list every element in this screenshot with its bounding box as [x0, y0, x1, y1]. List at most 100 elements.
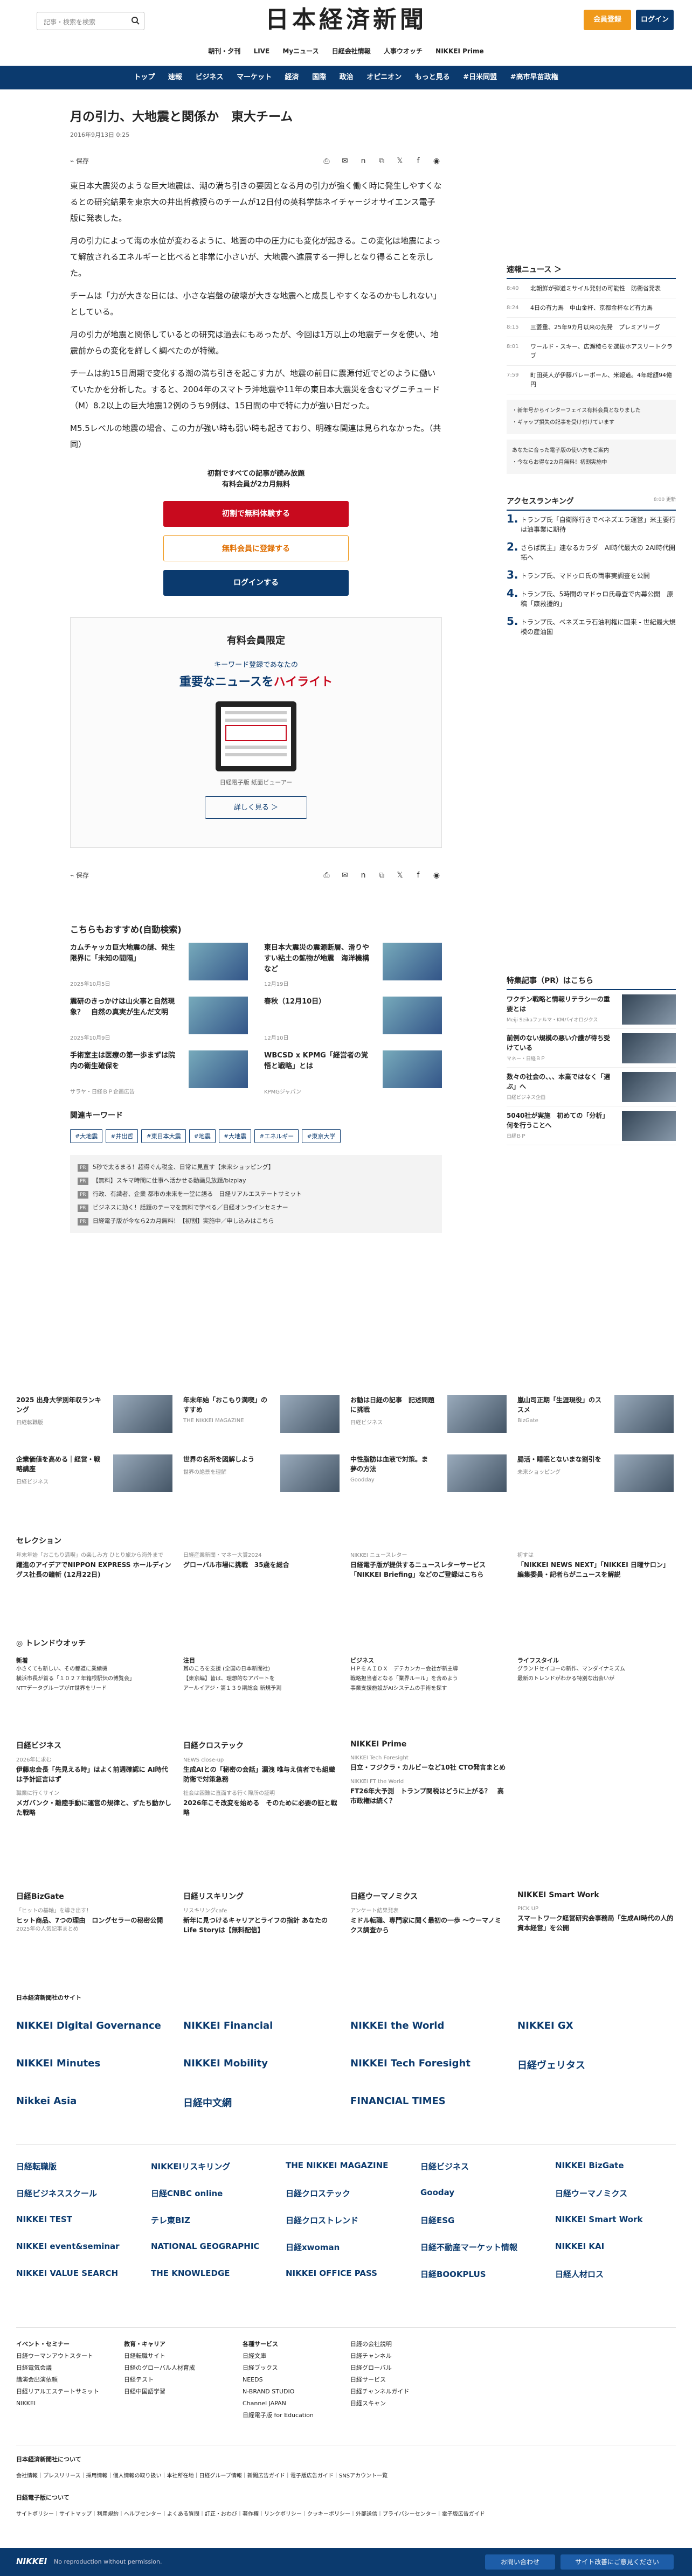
subnav-item[interactable]: NIKKEI Prime: [435, 47, 483, 55]
pr-item[interactable]: 前例のない規模の悪い介護が待ち受けている マネー・日経ＢＰ: [507, 1029, 676, 1068]
login-button[interactable]: ログイン: [636, 10, 674, 30]
brand-logo[interactable]: NIKKEI Tech Foresight: [350, 2058, 470, 2069]
save-button[interactable]: ⌁ 保存: [70, 156, 89, 165]
brand-logo[interactable]: 日経CNBC online: [151, 2188, 223, 2199]
ranking-item[interactable]: 2. さらば民主」連なるカラダ AI時代最大の 2AI時代開拓へ: [507, 539, 676, 567]
nikkei-icon[interactable]: n: [358, 870, 369, 881]
ad-card[interactable]: 年末年始「おこもり満喫」のすすめ THE NIKKEI MAGAZINE: [183, 1395, 340, 1444]
pr-link[interactable]: PR ビジネスに効く！話題のテーマを無料で学べる／日経オンラインセミナー: [78, 1201, 434, 1214]
brand-logo[interactable]: NIKKEI KAI: [555, 2241, 604, 2251]
ad-card[interactable]: 嵐山司正期「生涯現役」のススメ BizGate: [517, 1395, 674, 1444]
x-icon[interactable]: 𝕏: [395, 870, 405, 881]
selection-item[interactable]: 年末年始「おこもり満喫」の楽しみ方 ひとり旅から海外まで 躍進のアイデアでNIPP…: [16, 1551, 172, 1579]
selection-item[interactable]: 日経産業新聞・マネー大賞2024 グローバル市場に挑戦 35歳を総合: [183, 1551, 340, 1570]
contact-button[interactable]: お問い合わせ: [485, 2554, 555, 2570]
keyword-tag[interactable]: #地震: [189, 1129, 216, 1143]
trial-button[interactable]: 初割で無料体験する: [163, 501, 349, 527]
brand-logo[interactable]: 日経BOOKPLUS: [420, 2268, 486, 2280]
subnav-item[interactable]: 日経会社情報: [332, 46, 371, 55]
brand-logo[interactable]: 日経ヴェリタス: [517, 2058, 585, 2072]
brand-logo[interactable]: Gooday: [420, 2188, 454, 2197]
brand-logo[interactable]: NIKKEI Digital Governance: [16, 2020, 161, 2031]
pr-item[interactable]: 数々の社会の、、、本業ではなく「選ぶ」へ 日経ビジネス企画: [507, 1068, 676, 1106]
nav-item[interactable]: ビジネス: [195, 66, 223, 89]
ad-card[interactable]: 中性脂肪は血液で対策。ま 夢の方法 Goodday: [350, 1454, 507, 1503]
keyword-tag[interactable]: #大地震: [218, 1129, 252, 1143]
brand-logo[interactable]: 日経ビジネススクール: [16, 2188, 97, 2199]
save-button[interactable]: ⌁ 保存: [70, 871, 89, 880]
brand-logo[interactable]: NIKKEI event&seminar: [16, 2241, 120, 2251]
subnav-item[interactable]: 人事ウオッチ: [384, 46, 423, 55]
breaking-item[interactable]: 8:40 北朝鮮が弾道ミサイル発射の可能性 防衛省発表: [507, 279, 676, 298]
brand-logo[interactable]: NIKKEI Minutes: [16, 2058, 100, 2069]
facebook-icon[interactable]: f: [413, 870, 424, 881]
breaking-item[interactable]: 7:59 町田英人が伊藤バレーボール、米報道。4年総額94億円: [507, 366, 676, 394]
breaking-item[interactable]: 8:24 4日の有力馬 中山金杯、京都金杯など有力馬: [507, 298, 676, 318]
pr-link[interactable]: PR 5秒で太るまる！超得ぐん税金、日常に見直す【未来ショッピング】: [78, 1160, 434, 1174]
print-icon[interactable]: ⎙: [321, 870, 332, 881]
brand-logo[interactable]: NIKKEI Mobility: [183, 2058, 268, 2069]
facebook-icon[interactable]: f: [413, 156, 424, 166]
nav-item[interactable]: トップ: [134, 66, 155, 89]
brand-logo[interactable]: FINANCIAL TIMES: [350, 2095, 446, 2107]
brand-logo[interactable]: NIKKEI Smart Work: [555, 2215, 642, 2224]
nav-item[interactable]: オピニオン: [366, 66, 402, 89]
nav-item[interactable]: 政治: [340, 66, 354, 89]
nav-item[interactable]: 速報: [168, 66, 182, 89]
brand-logo[interactable]: 日経クロステック: [286, 2188, 350, 2199]
ranking-item[interactable]: 3. トランプ氏、マドゥロ氏の両事実調查を公開: [507, 567, 676, 585]
link-icon[interactable]: ⧉: [376, 870, 387, 881]
pr-item[interactable]: 5040社が実施 初めての「分析」何を行うことへ 日経ＢＰ: [507, 1106, 676, 1145]
nav-item[interactable]: #日米同盟: [463, 66, 497, 89]
site-logo[interactable]: 日本経済新聞: [253, 6, 439, 33]
keyword-tag[interactable]: #エネルギー: [254, 1129, 299, 1143]
promo-more-button[interactable]: 詳しく見る ＞: [205, 796, 307, 819]
ranking-item[interactable]: 5. トランプ氏、ベネズエラ石油利権に国来 - 世紀最大規模の産油国: [507, 613, 676, 641]
link-icon[interactable]: ⧉: [376, 156, 387, 166]
brand-logo[interactable]: NIKKEI GX: [517, 2020, 573, 2031]
subnav-item[interactable]: LIVE: [254, 47, 270, 55]
brand-logo[interactable]: 日経中文網: [183, 2095, 232, 2109]
ad-card[interactable]: 腸活・睡眠とないまな割引を 未来ショッピング: [517, 1454, 674, 1503]
recommend-item[interactable]: 春秋（12月10日） 12月10日: [264, 997, 442, 1045]
register-button[interactable]: 会員登録: [584, 10, 631, 30]
nav-item[interactable]: もっと見る: [415, 66, 450, 89]
footer-logo[interactable]: NIKKEI: [16, 2557, 47, 2566]
brand-logo[interactable]: テレ東BIZ: [151, 2215, 190, 2226]
nav-item[interactable]: #高市早苗政権: [510, 66, 558, 89]
print-icon[interactable]: ⎙: [321, 156, 332, 166]
brand-logo[interactable]: 日経転職版: [16, 2161, 57, 2172]
breaking-item[interactable]: 8:15 三菱重、25年9カ月以来の先発 プレミアリーグ: [507, 318, 676, 337]
search-input[interactable]: 記事・検索を検索: [37, 12, 144, 30]
recommend-item[interactable]: 東日本大震災の震源断層、滑りやすい粘土の鉱物が地震 海洋機構など 12月19日: [264, 943, 442, 991]
x-icon[interactable]: 𝕏: [395, 156, 405, 166]
ad-card[interactable]: 企業価値を高める｜経営・戦略講座 日経ビジネス: [16, 1454, 172, 1503]
ranking-item[interactable]: 4. トランプ氏、5時間のマドゥロ氏尋査で内幕公開 原稿「康救援的」: [507, 585, 676, 613]
nav-item[interactable]: 経済: [285, 66, 299, 89]
recommend-item[interactable]: 手術室主は医療の第一歩まずは院内の衛生確保を サラヤ・日経ＢＰ企画広告: [70, 1050, 248, 1099]
selection-item[interactable]: 初すは 「NIKKEI NEWS NEXT」「NIKKEI 日曜サロン」編集委員・…: [517, 1551, 674, 1579]
keyword-tag[interactable]: #東京大学: [302, 1129, 341, 1143]
brand-logo[interactable]: Nikkei Asia: [16, 2095, 77, 2107]
keyword-tag[interactable]: #井出哲: [106, 1129, 139, 1143]
line-icon[interactable]: ◉: [431, 156, 442, 166]
subnav-item[interactable]: 朝刊・夕刊: [208, 46, 240, 55]
pr-item[interactable]: ワクチン戦略と情報リテラシーの重要とは Meiji Seikaファルマ・KMバイオ…: [507, 990, 676, 1029]
brand-logo[interactable]: NIKKEIリスキリング: [151, 2161, 230, 2172]
keyword-tag[interactable]: #大地震: [70, 1129, 103, 1143]
recommend-item[interactable]: WBCSD x KPMG「経営者の覚悟と戦略」とは KPMGジャパン: [264, 1050, 442, 1099]
brand-logo[interactable]: NIKKEI the World: [350, 2020, 444, 2031]
recommend-item[interactable]: 震研のきっかけは山火事と自然現象？ 自然の真実が生んだ文明 2025年10月9日: [70, 997, 248, 1045]
nav-item[interactable]: マーケット: [237, 66, 272, 89]
brand-logo[interactable]: 日経ウーマノミクス: [555, 2188, 627, 2199]
ad-card[interactable]: 世界の名所を図解しよう 世界の絶景を理解: [183, 1454, 340, 1503]
paywall-login-button[interactable]: ログインする: [163, 570, 349, 596]
pr-link[interactable]: PR 行政、有識者、企業 都市の未来を一堂に語る 日経リアルエステートサミット: [78, 1187, 434, 1201]
brand-logo[interactable]: 日経ビジネス: [420, 2161, 469, 2172]
brand-logo[interactable]: NIKKEI Financial: [183, 2020, 273, 2031]
brand-logo[interactable]: THE NIKKEI MAGAZINE: [286, 2161, 388, 2170]
brand-logo[interactable]: NIKKEI BizGate: [555, 2161, 624, 2170]
brand-logo[interactable]: 日経xwoman: [286, 2241, 340, 2253]
line-icon[interactable]: ◉: [431, 870, 442, 881]
brand-logo[interactable]: 日経ESG: [420, 2215, 454, 2226]
